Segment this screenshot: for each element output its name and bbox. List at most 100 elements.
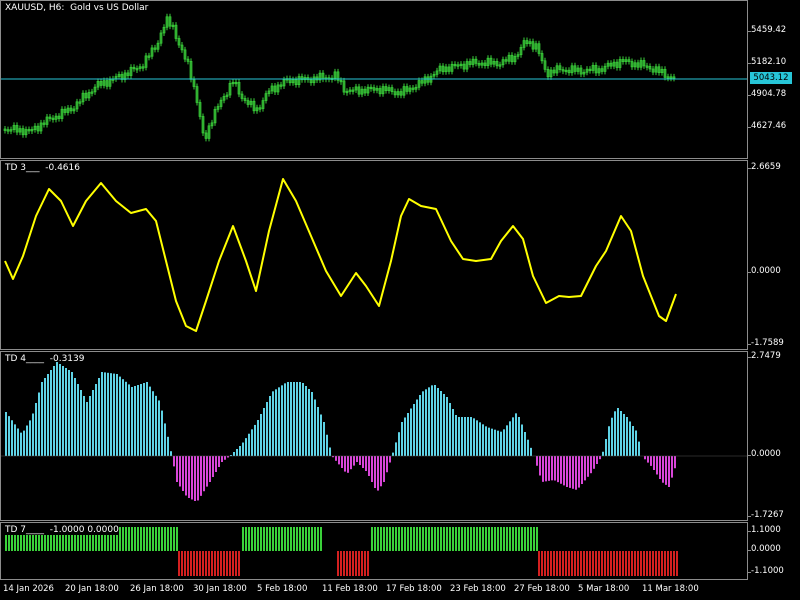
td4-bar bbox=[176, 456, 178, 482]
td4-bar bbox=[83, 396, 85, 456]
td4-bar bbox=[326, 434, 328, 456]
td7-indicator-pane[interactable]: TD 7____ -1.0000 0.0000 bbox=[0, 522, 748, 580]
td4-bar bbox=[194, 456, 196, 501]
td7-bar bbox=[470, 527, 472, 551]
td7-bar bbox=[625, 551, 627, 576]
td4-bar bbox=[596, 456, 598, 464]
td7-bar bbox=[586, 551, 588, 576]
td4-bar bbox=[470, 417, 472, 456]
td7-bar bbox=[676, 551, 678, 576]
td4-bar bbox=[290, 382, 292, 456]
td4-bar bbox=[302, 383, 304, 456]
td3-indicator-pane[interactable]: TD 3___ -0.4616 bbox=[0, 160, 748, 350]
td4-bar bbox=[449, 403, 451, 456]
td7-bar bbox=[452, 527, 454, 551]
td4-bar bbox=[536, 456, 538, 466]
td7-bar bbox=[533, 527, 535, 551]
td4-bar bbox=[383, 456, 385, 482]
td7-bar bbox=[383, 527, 385, 551]
price-tick: 5182.10 bbox=[747, 57, 787, 67]
td4-bar bbox=[575, 456, 577, 490]
td4-bar bbox=[371, 456, 373, 482]
td7-bar bbox=[242, 527, 244, 551]
td4-bar bbox=[395, 442, 397, 456]
td7-bar bbox=[302, 527, 304, 551]
td4-bar bbox=[380, 456, 382, 487]
td4-bar bbox=[407, 413, 409, 456]
td4-bar bbox=[440, 391, 442, 456]
td7-bar bbox=[184, 551, 186, 576]
td7-bar bbox=[149, 527, 151, 551]
td7-bar bbox=[263, 527, 265, 551]
td4-bar bbox=[95, 384, 97, 456]
td4-bar bbox=[269, 396, 271, 456]
td4-bar bbox=[101, 372, 103, 456]
td7-bar bbox=[314, 527, 316, 551]
td4-bar bbox=[515, 413, 517, 456]
td4-bar bbox=[638, 441, 640, 456]
td4-axis: 2.7479 0.0000 -1.7267 bbox=[748, 351, 800, 521]
td7-bar bbox=[266, 527, 268, 551]
td7-bar bbox=[386, 527, 388, 551]
td4-bar bbox=[284, 383, 286, 456]
td4-bar bbox=[191, 456, 193, 500]
td7-bar bbox=[524, 527, 526, 551]
td4-bar bbox=[671, 456, 673, 478]
td4-indicator-pane[interactable]: TD 4____ -0.3139 bbox=[0, 351, 748, 521]
date-label: 23 Feb 18:00 bbox=[450, 584, 506, 594]
td4-bar bbox=[386, 456, 388, 473]
td7-bar bbox=[467, 527, 469, 551]
td7-bar bbox=[355, 551, 357, 576]
td7-bar bbox=[640, 551, 642, 576]
td7-bar bbox=[610, 551, 612, 576]
td4-bar bbox=[77, 384, 79, 456]
td7-bar bbox=[349, 551, 351, 576]
td4-bar bbox=[11, 420, 13, 456]
td7-bar bbox=[389, 527, 391, 551]
td4-bar bbox=[152, 391, 154, 456]
td4-bar bbox=[563, 456, 565, 486]
td7-bar bbox=[176, 527, 178, 551]
td4-bar bbox=[668, 456, 670, 487]
td4-bar bbox=[173, 456, 175, 467]
td4-bar bbox=[311, 392, 313, 456]
td7-bar bbox=[187, 551, 189, 576]
td7-bar bbox=[488, 527, 490, 551]
td4-bar bbox=[125, 381, 127, 456]
td4-bar bbox=[461, 417, 463, 456]
td4-bar bbox=[5, 412, 7, 456]
td4-bar bbox=[236, 449, 238, 456]
td4-bar bbox=[287, 382, 289, 456]
td4-bar bbox=[599, 456, 601, 460]
td4-bar bbox=[80, 390, 82, 456]
date-label: 30 Jan 18:00 bbox=[193, 584, 247, 594]
td7-bar bbox=[395, 527, 397, 551]
td4-tick: 0.0000 bbox=[748, 449, 781, 459]
td7-bar bbox=[655, 551, 657, 576]
td7-bar bbox=[377, 527, 379, 551]
td4-bar bbox=[296, 382, 298, 456]
td7-bar bbox=[155, 527, 157, 551]
td7-bar bbox=[229, 551, 231, 576]
td7-bar bbox=[374, 527, 376, 551]
td7-bar bbox=[461, 527, 463, 551]
td4-bar bbox=[590, 456, 592, 474]
td4-bar bbox=[482, 424, 484, 456]
td4-bar bbox=[20, 432, 22, 456]
td7-bar bbox=[667, 551, 669, 576]
td4-bar bbox=[164, 423, 166, 456]
td4-bar bbox=[41, 382, 43, 456]
td4-bar bbox=[434, 385, 436, 456]
price-chart-pane[interactable]: XAUUSD, H6: Gold vs US Dollar bbox=[0, 0, 748, 159]
td7-bar bbox=[320, 527, 322, 551]
td7-bar bbox=[491, 527, 493, 551]
td7-bar bbox=[589, 551, 591, 576]
td4-bar bbox=[650, 456, 652, 466]
td7-bar bbox=[410, 527, 412, 551]
td7-bar bbox=[208, 551, 210, 576]
td7-label: TD 7____ -1.0000 0.0000 bbox=[5, 525, 119, 535]
td7-bar bbox=[601, 551, 603, 576]
td4-bar bbox=[212, 456, 214, 477]
td4-bar bbox=[614, 411, 616, 456]
td4-bar bbox=[437, 388, 439, 456]
